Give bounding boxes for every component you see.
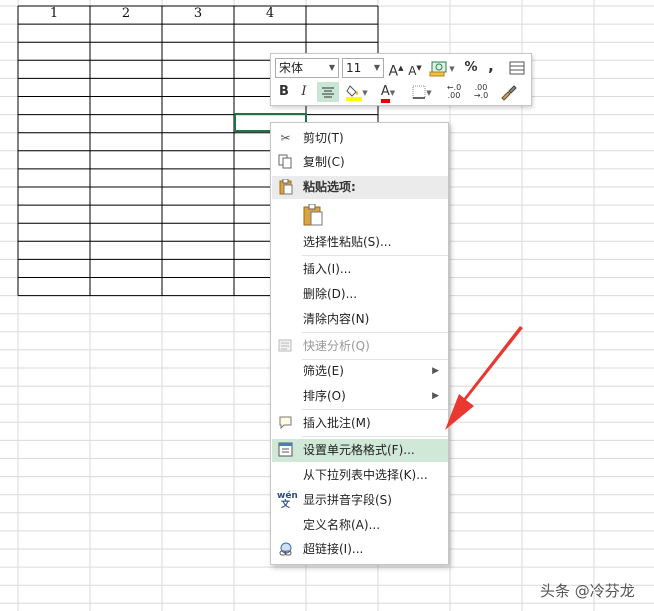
menu-item-label: 插入(I)...: [303, 262, 352, 276]
chevron-down-icon[interactable]: ▼: [390, 89, 395, 97]
menu-item-quick-analysis: 快速分析(Q): [272, 335, 448, 358]
menu-item-clear-contents[interactable]: 清除内容(N): [272, 308, 448, 331]
clipboard-icon: [277, 178, 294, 196]
menu-item-label: 清除内容(N): [303, 312, 370, 326]
chevron-down-icon[interactable]: ▼: [426, 89, 431, 97]
shrink-font-button[interactable]: A▼: [407, 58, 423, 78]
increase-decimal-button[interactable]: ←.0 .00: [442, 84, 466, 104]
menu-section-paste-options: 粘贴选项:: [272, 176, 448, 199]
menu-item-label: 筛选(E): [303, 364, 344, 378]
phonetic-icon: wén 文: [277, 491, 298, 510]
scissors-icon: ✂: [280, 131, 291, 145]
font-size-combo[interactable]: 11 ▼: [342, 58, 384, 78]
watermark: 头条 @冷芬龙: [540, 582, 635, 600]
bold-button[interactable]: B: [275, 82, 293, 102]
menu-separator: [302, 436, 448, 437]
fill-color-button[interactable]: ▼: [343, 82, 371, 102]
menu-item-copy[interactable]: 复制(C): [272, 151, 448, 174]
paint-bucket-icon: [346, 84, 363, 101]
menu-item-label: 选择性粘贴(S)...: [303, 235, 392, 249]
italic-button[interactable]: I: [295, 82, 313, 102]
menu-item-label: 剪切(T): [303, 131, 344, 145]
font-name-value: 宋体: [279, 61, 304, 75]
menu-item-delete[interactable]: 删除(D)...: [272, 283, 448, 306]
column-header-2: 2: [121, 6, 131, 21]
format-cells-icon: [277, 442, 294, 459]
format-painter-button[interactable]: [497, 82, 519, 102]
menu-item-label: 超链接(I)...: [303, 542, 364, 556]
menu-item-insert-comment[interactable]: 插入批注(M): [272, 412, 448, 435]
borders-icon: [412, 85, 426, 99]
menu-item-label: 粘贴选项:: [303, 180, 356, 194]
paste-icon[interactable]: [302, 203, 324, 226]
menu-item-label: 从下拉列表中选择(K)...: [303, 468, 428, 482]
comment-icon: [277, 415, 294, 432]
menu-item-pick-from-list[interactable]: 从下拉列表中选择(K)...: [272, 464, 448, 487]
menu-item-cut[interactable]: ✂ 剪切(T): [272, 127, 448, 150]
chevron-right-icon: ▶: [432, 366, 439, 376]
brush-icon: [501, 84, 517, 101]
menu-item-label: 快速分析(Q): [303, 339, 370, 353]
format-painter-table-button[interactable]: [507, 58, 527, 78]
font-size-value: 11: [346, 61, 362, 75]
menu-item-define-name[interactable]: 定义名称(A)...: [272, 514, 448, 537]
decrease-decimal-button[interactable]: .00 →.0: [469, 84, 493, 104]
comma-style-button[interactable]: ,: [485, 56, 497, 76]
mini-toolbar: 宋体 ▼ 11 ▼ A▲ A▼ ▼ % , B I ▼ A▼ ▼ ←.0 .00…: [270, 53, 532, 106]
menu-item-show-phonetic[interactable]: wén 文 显示拼音字段(S): [272, 489, 448, 512]
menu-item-label: 定义名称(A)...: [303, 518, 381, 532]
menu-item-label: 显示拼音字段(S): [303, 493, 392, 507]
align-center-button[interactable]: [317, 82, 339, 102]
menu-item-filter[interactable]: 筛选(E) ▶: [272, 360, 448, 383]
column-header-4: 4: [265, 6, 275, 21]
chevron-right-icon: ▶: [432, 391, 439, 401]
font-color-button[interactable]: A▼: [374, 82, 402, 103]
menu-item-insert[interactable]: 插入(I)...: [272, 258, 448, 281]
font-name-combo[interactable]: 宋体 ▼: [275, 58, 339, 78]
percent-button[interactable]: %: [463, 58, 479, 78]
chevron-down-icon[interactable]: ▼: [449, 65, 454, 73]
menu-item-label: 复制(C): [303, 155, 345, 169]
quick-analysis-icon: [277, 338, 294, 355]
grow-font-button[interactable]: A▲: [388, 58, 404, 80]
menu-separator: [302, 409, 448, 410]
menu-item-label: 设置单元格格式(F)...: [303, 443, 415, 457]
hyperlink-icon: [277, 541, 294, 558]
menu-item-label: 删除(D)...: [303, 287, 358, 301]
chevron-down-icon[interactable]: ▼: [362, 89, 367, 97]
menu-item-label: 插入批注(M): [303, 416, 371, 430]
align-center-icon: [322, 87, 334, 97]
menu-separator: [302, 255, 448, 256]
chevron-down-icon[interactable]: ▼: [371, 59, 383, 77]
chevron-down-icon[interactable]: ▼: [326, 59, 338, 77]
table-format-icon: [509, 61, 525, 74]
menu-item-label: 排序(O): [303, 389, 346, 403]
column-header-1: 1: [49, 6, 59, 21]
column-header-3: 3: [193, 6, 203, 21]
copy-icon: [277, 154, 294, 171]
accounting-format-button[interactable]: ▼: [427, 58, 457, 78]
menu-separator: [302, 332, 448, 333]
accounting-format-icon: [429, 61, 447, 76]
context-menu: ✂ 剪切(T) 复制(C) 粘贴选项: 选择性粘贴(S)... 插入(I)...…: [270, 122, 449, 565]
menu-item-hyperlink[interactable]: 超链接(I)...: [272, 538, 448, 561]
font-color-icon: A: [380, 85, 390, 103]
menu-item-format-cells[interactable]: 设置单元格格式(F)...: [272, 439, 448, 462]
borders-button[interactable]: ▼: [407, 82, 437, 102]
menu-item-paste-special[interactable]: 选择性粘贴(S)...: [272, 231, 448, 254]
menu-item-sort[interactable]: 排序(O) ▶: [272, 385, 448, 408]
